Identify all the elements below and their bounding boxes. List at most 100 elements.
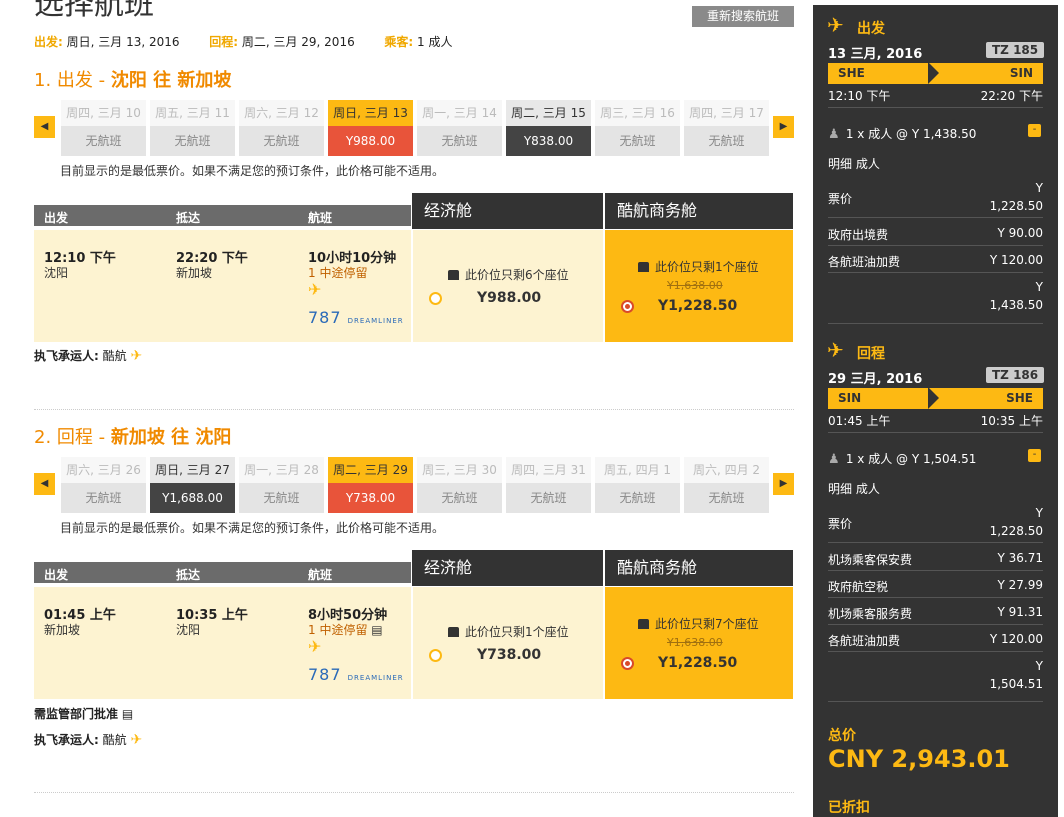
date-option[interactable]: 周二, 三月 29 Y738.00 <box>328 457 413 513</box>
inbound-next-dates-button[interactable]: ▶ <box>773 473 794 495</box>
date-label: 周六, 三月 12 <box>239 100 324 126</box>
fee-label: 机场乘客保安费 <box>828 553 913 567</box>
business-seats-left: 此价位只剩1个座位 <box>638 258 759 275</box>
inbound-heading: 2. 回程 - 新加坡 往 沈阳 <box>34 423 231 449</box>
dreamliner-logo: 787 DREAMLINER <box>308 665 404 684</box>
date-price: 无航班 <box>61 126 146 156</box>
date-option[interactable]: 周三, 三月 30 无航班 <box>417 457 502 513</box>
divider <box>828 570 1043 571</box>
economy-radio[interactable] <box>429 649 442 662</box>
plane-icon: ✈ <box>827 13 844 37</box>
summary-ret-collapse-toggle[interactable]: - <box>1028 449 1041 462</box>
person-icon: ♟ <box>828 127 840 142</box>
date-option[interactable]: 周四, 三月 31 无航班 <box>506 457 591 513</box>
date-option[interactable]: 周二, 三月 15 Y838.00 <box>506 100 591 156</box>
col-arrive: 抵达 <box>176 211 201 225</box>
arrive-city: 新加坡 <box>176 266 213 280</box>
date-price: 无航班 <box>684 483 769 513</box>
research-button[interactable]: 重新搜索航班 <box>692 6 794 27</box>
date-option[interactable]: 周日, 三月 13 Y988.00 <box>328 100 413 156</box>
dreamliner-logo: 787 DREAMLINER <box>308 308 404 327</box>
inbound-carrier: 执飞承运人: 酷航 ✈ <box>34 732 143 748</box>
outbound-table-header: 出发 抵达 航班 <box>34 205 411 226</box>
fee-label: 机场乘客服务费 <box>828 607 913 621</box>
depart-city: 沈阳 <box>44 266 69 280</box>
date-option[interactable]: 周一, 三月 28 无航班 <box>239 457 324 513</box>
plane-icon: ✈ <box>827 338 844 362</box>
section-divider <box>34 792 794 793</box>
date-label: 周五, 四月 1 <box>595 457 680 483</box>
plane-icon: ✈ <box>308 637 322 656</box>
summary-ret-arr-time: 10:35 上午 <box>980 414 1043 428</box>
business-original-price: Y1,638.00 <box>667 279 723 292</box>
outbound-fare-note: 目前显示的是最低票价。如果不满足您的预订条件，此价格可能不适用。 <box>60 164 445 178</box>
date-option[interactable]: 周五, 三月 11 无航班 <box>150 100 235 156</box>
col-flight: 航班 <box>308 568 333 582</box>
inbound-business-option[interactable]: 此价位只剩7个座位 Y1,638.00 Y1,228.50 <box>605 587 793 699</box>
col-depart: 出发 <box>44 211 69 225</box>
date-label: 周四, 三月 31 <box>506 457 591 483</box>
summary-out-collapse-toggle[interactable]: - <box>1028 124 1041 137</box>
carrier-plane-icon: ✈ <box>130 348 143 364</box>
fare-label: 票价 <box>828 192 853 206</box>
summary-out-arr-time: 22:20 下午 <box>980 89 1043 103</box>
date-option[interactable]: 周一, 三月 14 无航班 <box>417 100 502 156</box>
summary-out-date: 13 三月, 2016 <box>828 47 923 62</box>
inbound-date-strip: 周六, 三月 26 无航班 周日, 三月 27 Y1,688.00 周一, 三月 28 无… <box>61 457 773 513</box>
summary-ret-pax: ♟ 1 x 成人 @ Y 1,504.51 <box>828 452 977 467</box>
date-label: 周六, 四月 2 <box>684 457 769 483</box>
return-value: 周二, 三月 29, 2016 <box>241 35 355 49</box>
stops-link[interactable]: 1 中途停留 ▤ <box>308 621 383 638</box>
fee-label: 各航班油加费 <box>828 255 901 269</box>
date-label: 周日, 三月 13 <box>328 100 413 126</box>
date-option[interactable]: 周五, 四月 1 无航班 <box>595 457 680 513</box>
date-option[interactable]: 周六, 四月 2 无航班 <box>684 457 769 513</box>
date-label: 周二, 三月 29 <box>328 457 413 483</box>
outbound-prev-dates-button[interactable]: ◀ <box>34 116 55 138</box>
date-option[interactable]: 周四, 三月 17 无航班 <box>684 100 769 156</box>
date-label: 周四, 三月 17 <box>684 100 769 126</box>
date-option[interactable]: 周六, 三月 12 无航班 <box>239 100 324 156</box>
outbound-business-option[interactable]: 此价位只剩1个座位 Y1,638.00 Y1,228.50 <box>605 230 793 342</box>
divider <box>828 245 1043 246</box>
route-to: SIN <box>1009 66 1033 80</box>
depart-label: 出发: <box>34 35 63 49</box>
business-radio[interactable] <box>621 300 634 313</box>
col-arrive: 抵达 <box>176 568 201 582</box>
date-option[interactable]: 周四, 三月 10 无航班 <box>61 100 146 156</box>
economy-price: Y988.00 <box>477 290 542 306</box>
date-price: 无航班 <box>417 126 502 156</box>
date-price: 无航班 <box>684 126 769 156</box>
summary-ret-detail: 明细 成人 <box>828 482 880 496</box>
inbound-prev-dates-button[interactable]: ◀ <box>34 473 55 495</box>
divider <box>828 107 1043 108</box>
divider <box>828 272 1043 273</box>
economy-radio[interactable] <box>429 292 442 305</box>
stops-link[interactable]: 1 中途停留 <box>308 264 367 281</box>
date-option[interactable]: 周六, 三月 26 无航班 <box>61 457 146 513</box>
outbound-flight-info: 12:10 下午 沈阳 22:20 下午 新加坡 10小时10分钟 1 中途停留… <box>34 230 411 342</box>
outbound-heading: 1. 出发 - 沈阳 往 新加坡 <box>34 66 231 92</box>
business-seats-left: 此价位只剩7个座位 <box>638 615 759 632</box>
subtotal-value: 1,504.51 <box>989 677 1043 691</box>
fee-value: Y 36.71 <box>997 551 1044 565</box>
business-radio[interactable] <box>621 657 634 670</box>
date-option[interactable]: 周三, 三月 16 无航班 <box>595 100 680 156</box>
inbound-economy-option[interactable]: 此价位只剩1个座位 Y738.00 <box>412 587 603 699</box>
depart-city: 新加坡 <box>44 623 81 637</box>
outbound-economy-option[interactable]: 此价位只剩6个座位 Y988.00 <box>412 230 603 342</box>
outbound-next-dates-button[interactable]: ▶ <box>773 116 794 138</box>
fee-value: Y 120.00 <box>989 253 1043 267</box>
carrier-plane-icon: ✈ <box>130 732 143 748</box>
summary-out-dep-time: 12:10 下午 <box>828 89 891 103</box>
fee-value: Y 90.00 <box>997 226 1044 240</box>
date-option[interactable]: 周日, 三月 27 Y1,688.00 <box>150 457 235 513</box>
subtotal-currency: Y <box>1035 659 1043 673</box>
date-label: 周五, 三月 11 <box>150 100 235 126</box>
date-label: 周一, 三月 28 <box>239 457 324 483</box>
person-icon: ♟ <box>828 452 840 467</box>
total-label: 总价 <box>828 728 856 744</box>
divider <box>828 217 1043 218</box>
pax-value: 1 成人 <box>417 35 453 49</box>
date-label: 周二, 三月 15 <box>506 100 591 126</box>
